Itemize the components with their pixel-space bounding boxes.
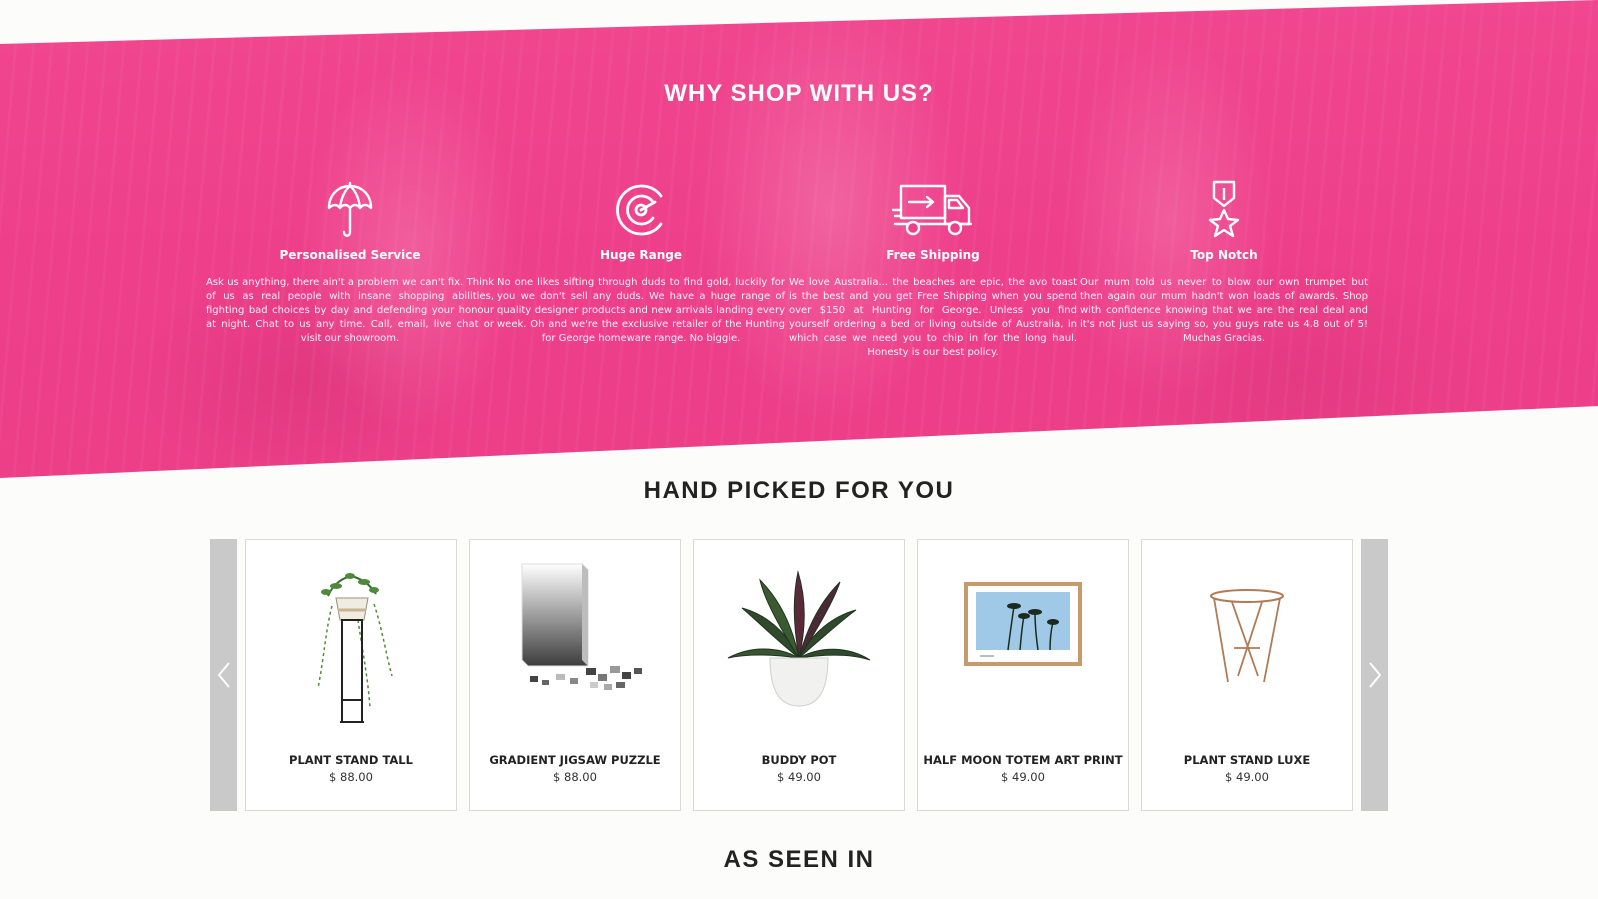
product-card[interactable]: BUDDY POT $ 49.00 <box>693 539 905 811</box>
delivery-truck-icon <box>789 180 1077 240</box>
feature-title: Huge Range <box>599 248 683 262</box>
carousel-prev-button[interactable] <box>210 539 237 811</box>
product-price: $ 49.00 <box>1001 770 1045 784</box>
feature-text: Our mum told us never to blow our own tr… <box>1080 277 1368 344</box>
hand-picked-title: HAND PICKED FOR YOU <box>643 477 955 504</box>
product-price: $ 88.00 <box>329 770 373 784</box>
product-name[interactable]: PLANT STAND LUXE <box>1142 753 1352 767</box>
feature-title: Personalised Service <box>279 248 421 262</box>
product-card[interactable]: HALF MOON TOTEM ART PRINT $ 49.00 <box>917 539 1129 811</box>
product-price: $ 88.00 <box>553 770 597 784</box>
feature-title: Free Shipping <box>886 248 980 262</box>
product-image-plant-stand-luxe <box>1210 589 1284 683</box>
product-price: $ 49.00 <box>777 770 821 784</box>
target-icon <box>497 180 785 240</box>
product-image-gradient-jigsaw-puzzle <box>521 563 642 690</box>
product-card[interactable]: PLANT STAND LUXE $ 49.00 <box>1141 539 1353 811</box>
product-image-plant-stand-tall <box>317 573 393 723</box>
feature-top-notch: Top Notch Our mum told us never to blow … <box>1080 180 1368 346</box>
product-image-buddy-pot <box>727 570 871 707</box>
chevron-right-icon <box>1368 662 1381 688</box>
feature-huge-range: Huge Range No one likes sifting through … <box>497 180 785 346</box>
product-name[interactable]: PLANT STAND TALL <box>246 753 456 767</box>
product-card[interactable]: GRADIENT JIGSAW PUZZLE $ 88.00 <box>469 539 681 811</box>
medal-icon <box>1080 180 1368 240</box>
carousel-next-button[interactable] <box>1361 539 1388 811</box>
product-price: $ 49.00 <box>1225 770 1269 784</box>
feature-text: We love Australia... the beaches are epi… <box>789 277 1077 358</box>
product-name[interactable]: HALF MOON TOTEM ART PRINT <box>918 753 1128 767</box>
product-name[interactable]: BUDDY POT <box>694 753 904 767</box>
feature-free-shipping: Free Shipping We love Australia... the b… <box>789 180 1077 360</box>
chevron-left-icon <box>217 662 230 688</box>
feature-personalised-service: Personalised Service Ask us anything, th… <box>206 180 494 346</box>
as-seen-in-title: AS SEEN IN <box>723 846 875 873</box>
why-shop-title: WHY SHOP WITH US? <box>664 80 934 107</box>
product-name[interactable]: GRADIENT JIGSAW PUZZLE <box>470 753 680 767</box>
product-image-half-moon-totem-art-print <box>964 582 1082 666</box>
why-shop-section: WHY SHOP WITH US? Personalised Service A… <box>0 0 1598 478</box>
feature-text: No one likes sifting through duds to fin… <box>497 277 785 344</box>
feature-title: Top Notch <box>1190 248 1258 262</box>
feature-text: Ask us anything, there ain't a problem w… <box>206 277 494 344</box>
product-card[interactable]: PLANT STAND TALL $ 88.00 <box>245 539 457 811</box>
umbrella-icon <box>206 180 494 240</box>
